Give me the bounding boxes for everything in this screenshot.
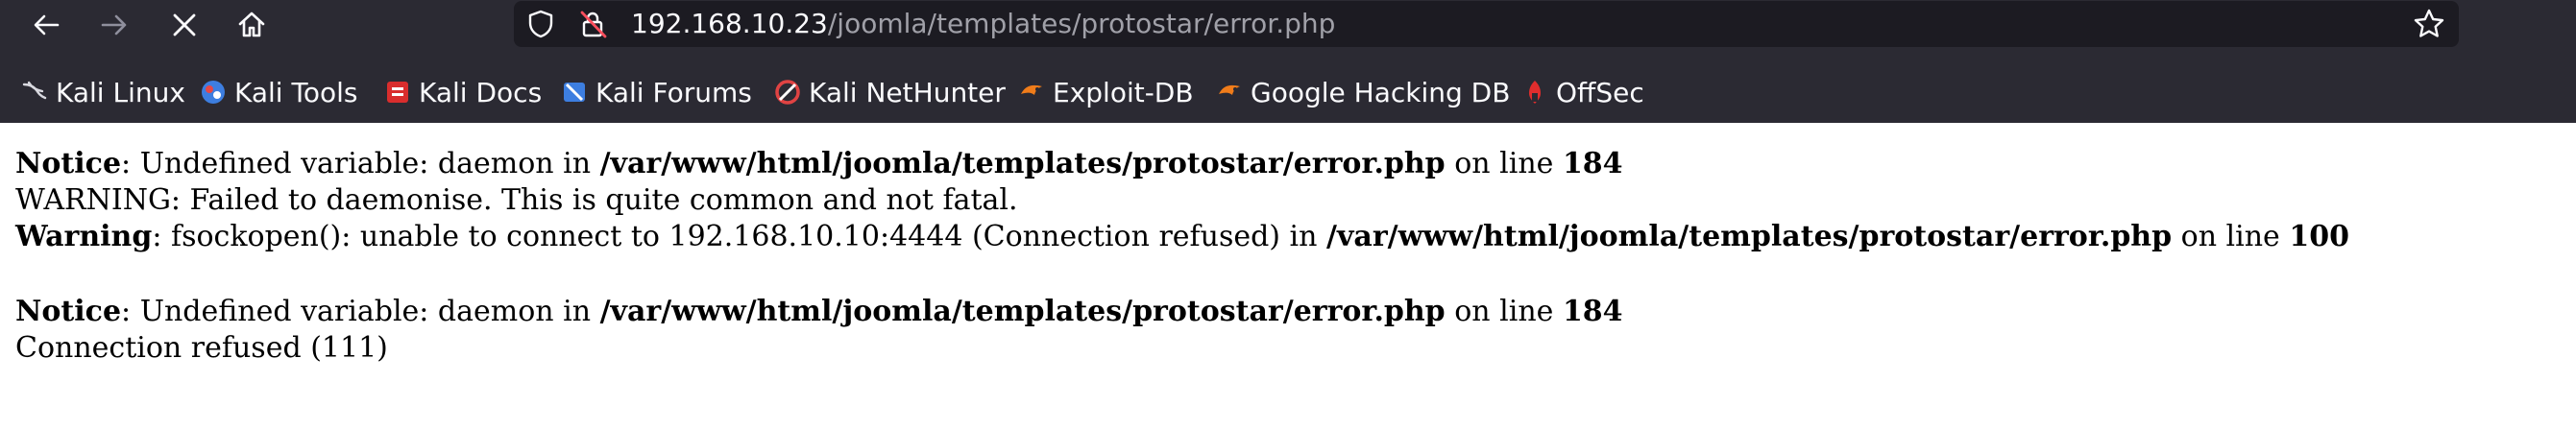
message-text: : fsockopen(): unable to connect to 192.… (152, 220, 1327, 253)
kali-forums-icon (561, 79, 588, 106)
php-notice-line: Notice: Undefined variable: daemon in /v… (15, 146, 2561, 182)
bookmark-label: Kali NetHunter (809, 76, 1006, 108)
bookmark-exploit-db[interactable]: Exploit-DB (1018, 67, 1194, 117)
offsec-icon (1521, 79, 1548, 106)
message-text: : Undefined variable: daemon in (121, 295, 600, 328)
message-level: Warning (15, 220, 153, 253)
file-path: /var/www/html/joomla/templates/protostar… (599, 295, 1446, 328)
stop-x-icon (173, 13, 196, 36)
browser-chrome: 192.168.10.23/joomla/templates/protostar… (0, 0, 2576, 123)
line-number: 184 (1562, 295, 1623, 328)
navigation-toolbar: 192.168.10.23/joomla/templates/protostar… (0, 0, 2576, 50)
on-line-text: on line (1445, 295, 1563, 328)
address-bar[interactable]: 192.168.10.23/joomla/templates/protostar… (514, 1, 2459, 47)
on-line-text: on line (2172, 220, 2290, 253)
on-line-text: on line (1445, 147, 1563, 180)
ghdb-icon (1216, 79, 1243, 106)
back-button[interactable] (27, 6, 65, 44)
page-content: Notice: Undefined variable: daemon in /v… (0, 123, 2576, 367)
bookmark-label: Kali Forums (595, 76, 752, 108)
url-path: /joomla/templates/protostar/error.php (827, 8, 1336, 39)
connection-refused-line: Connection refused (111) (15, 331, 388, 365)
home-button[interactable] (232, 6, 271, 44)
tracking-protection-button[interactable] (525, 1, 556, 47)
php-notice-line: Notice: Undefined variable: daemon in /v… (15, 294, 2561, 330)
shield-icon (528, 10, 553, 38)
kali-tools-icon (200, 79, 227, 106)
bookmark-google-hacking-db[interactable]: Google Hacking DB (1216, 67, 1510, 117)
bookmark-label: OffSec (1556, 76, 1644, 108)
bookmark-kali-nethunter[interactable]: Kali NetHunter (774, 67, 1006, 117)
stop-button[interactable] (165, 6, 204, 44)
file-path: /var/www/html/joomla/templates/protostar… (599, 147, 1446, 180)
file-path: /var/www/html/joomla/templates/protostar… (1326, 220, 2173, 253)
bookmark-kali-docs[interactable]: Kali Docs (384, 67, 542, 117)
back-arrow-icon (34, 14, 60, 36)
bookmark-offsec[interactable]: OffSec (1521, 67, 1644, 117)
message-level: Notice (15, 295, 122, 328)
url-host: 192.168.10.23 (631, 8, 828, 39)
star-icon (2414, 9, 2444, 37)
bookmark-kali-tools[interactable]: Kali Tools (200, 67, 357, 117)
bookmark-kali-linux[interactable]: Kali Linux (21, 67, 185, 117)
nethunter-icon (774, 79, 801, 106)
kali-docs-icon (384, 79, 411, 106)
bookmark-label: Exploit-DB (1053, 76, 1194, 108)
forward-button[interactable] (95, 6, 134, 44)
forward-arrow-icon (101, 14, 127, 36)
bookmark-label: Kali Linux (56, 76, 185, 108)
bookmark-label: Kali Docs (419, 76, 543, 108)
bookmark-kali-forums[interactable]: Kali Forums (561, 67, 752, 117)
kali-dragon-icon (21, 79, 48, 106)
message-level: Notice (15, 147, 122, 180)
bookmark-label: Kali Tools (234, 76, 358, 108)
exploit-db-icon (1018, 79, 1045, 106)
bookmarks-toolbar: Kali Linux Kali Tools Kali Docs Kali For… (0, 67, 2576, 117)
bookmark-label: Google Hacking DB (1251, 76, 1511, 108)
php-warning-line: Warning: fsockopen(): unable to connect … (15, 219, 2561, 255)
line-number: 100 (2289, 220, 2349, 253)
line-number: 184 (1562, 147, 1623, 180)
bookmark-page-button[interactable] (2413, 1, 2445, 47)
site-info-button[interactable] (577, 1, 610, 47)
message-text: : Undefined variable: daemon in (121, 147, 600, 180)
insecure-lock-icon (580, 11, 607, 38)
daemonise-warning-line: WARNING: Failed to daemonise. This is qu… (15, 183, 1018, 217)
home-icon (238, 12, 265, 37)
url-text[interactable]: 192.168.10.23/joomla/templates/protostar… (631, 1, 1335, 47)
